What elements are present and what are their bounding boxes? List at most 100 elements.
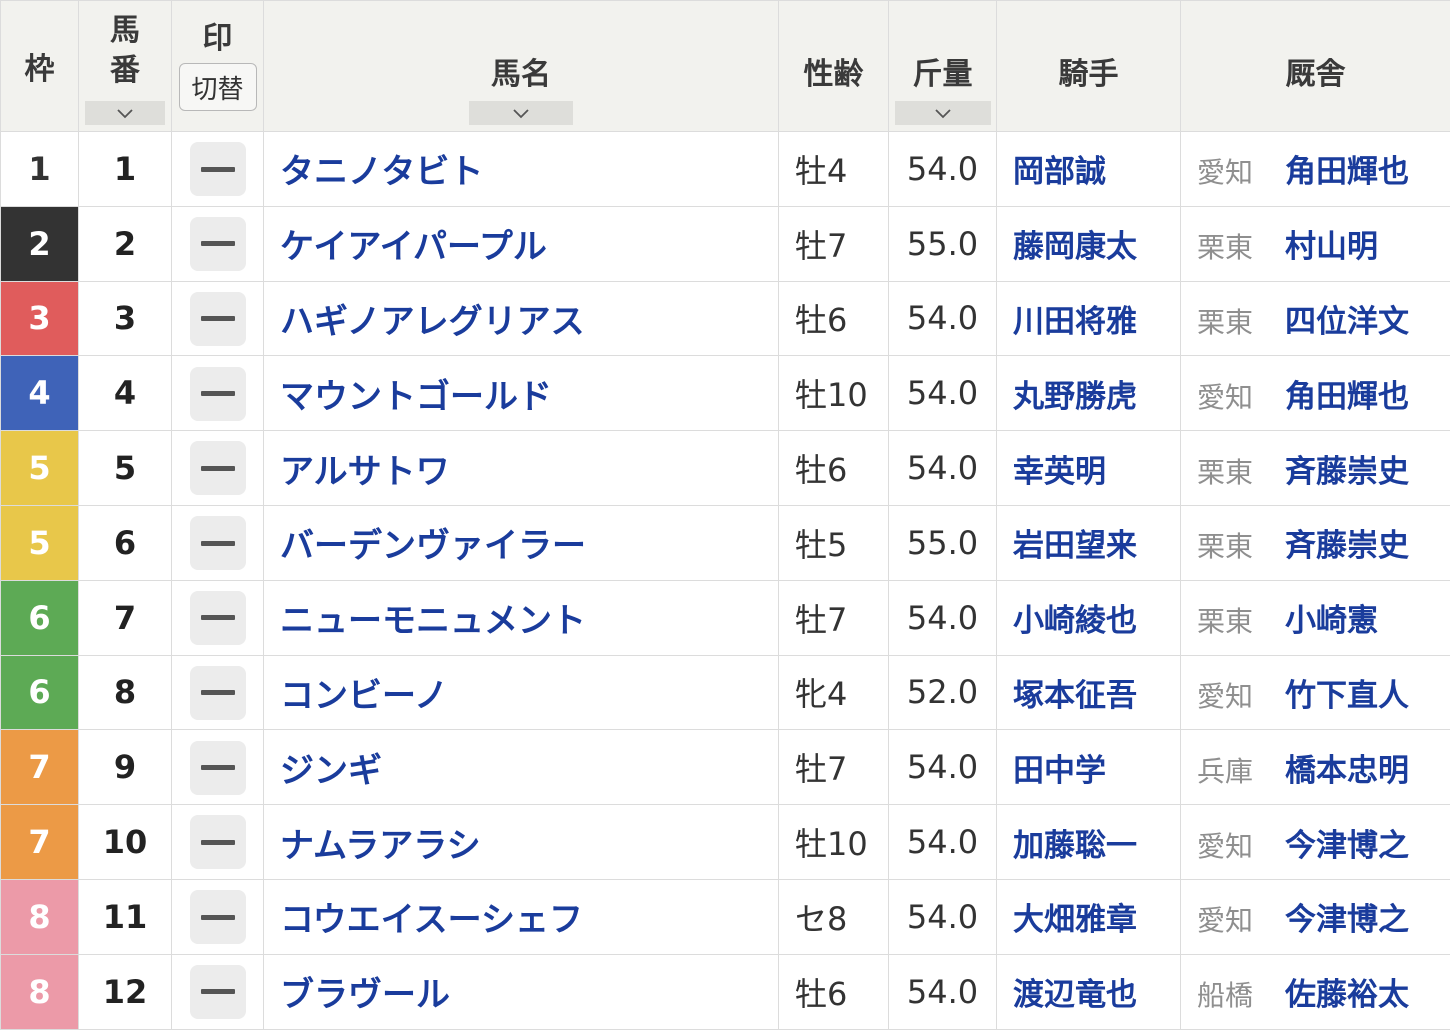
- jockey-link[interactable]: 渡辺竜也: [1013, 977, 1137, 1013]
- mark-select-button[interactable]: [189, 216, 246, 271]
- weight: 54.0: [906, 299, 979, 338]
- horse-name[interactable]: ケイアイパープル: [280, 227, 547, 267]
- horse-name-link[interactable]: ハギノアレグリアス: [263, 280, 779, 357]
- mark-select-button[interactable]: [189, 964, 246, 1019]
- horse-name[interactable]: タニノタビト: [280, 152, 483, 192]
- weight: 54.0: [906, 823, 979, 862]
- mark-select-button[interactable]: [189, 815, 246, 870]
- trainer-link[interactable]: 今津博之: [1285, 902, 1409, 938]
- trainer-link[interactable]: 斉藤崇史: [1285, 528, 1409, 564]
- mark-select-button[interactable]: [189, 366, 246, 421]
- waku-number: 8: [28, 897, 51, 936]
- umaban-number: 10: [102, 823, 148, 862]
- header-jockey: 騎手: [996, 0, 1181, 132]
- horse-name-link[interactable]: ケイアイパープル: [263, 205, 779, 282]
- jockey-cell: 藤岡康太: [996, 205, 1181, 282]
- mark-select-button[interactable]: [189, 142, 246, 197]
- weight: 54.0: [906, 748, 979, 787]
- jockey-link[interactable]: 川田将雅: [1013, 304, 1137, 340]
- umaban-cell: 9: [78, 729, 172, 806]
- trainer-link[interactable]: 角田輝也: [1285, 379, 1409, 415]
- header-horse-name[interactable]: 馬名: [263, 0, 779, 132]
- horse-name[interactable]: ハギノアレグリアス: [280, 302, 585, 342]
- umaban-number: 7: [113, 598, 137, 637]
- waku-number: 8: [28, 972, 51, 1011]
- mark-select-button[interactable]: [189, 291, 246, 346]
- mark-select-button[interactable]: [189, 441, 246, 496]
- horse-name[interactable]: コンビーノ: [280, 676, 448, 716]
- horse-name-link[interactable]: ジンギ: [263, 729, 779, 806]
- table-row: 5 5 アルサトワ 牡6 54.0 幸英明 栗東 斉藤崇史: [0, 430, 1450, 506]
- trainer-link[interactable]: 佐藤裕太: [1285, 977, 1409, 1013]
- umaban-sort-button[interactable]: [85, 101, 165, 125]
- sex-age: セ8: [795, 899, 848, 938]
- umaban-number: 9: [113, 748, 137, 787]
- horse-name[interactable]: コウエイスーシェフ: [280, 900, 583, 940]
- trainer-link[interactable]: 小崎憲: [1285, 603, 1378, 639]
- sex-age: 牝4: [795, 675, 848, 714]
- horse-name-link[interactable]: コンビーノ: [263, 654, 779, 731]
- mark-cell: [171, 205, 264, 282]
- horse-name-link[interactable]: マウントゴールド: [263, 355, 779, 432]
- sex-age: 牡7: [795, 600, 848, 639]
- trainer-link[interactable]: 今津博之: [1285, 828, 1409, 864]
- horse-name-link[interactable]: ブラヴール: [263, 953, 779, 1030]
- stable-region: 兵庫: [1197, 754, 1254, 788]
- mark-select-button[interactable]: [189, 890, 246, 945]
- trainer-link[interactable]: 四位洋文: [1285, 304, 1409, 340]
- jockey-link[interactable]: 田中学: [1013, 753, 1106, 789]
- horse-name[interactable]: ジンギ: [280, 751, 382, 791]
- horse-name[interactable]: マウントゴールド: [280, 377, 552, 417]
- mark-toggle-button[interactable]: 切替: [178, 63, 257, 111]
- horse-name[interactable]: アルサトワ: [280, 452, 450, 492]
- weight: 55.0: [906, 224, 979, 263]
- horse-name-link[interactable]: ニューモニュメント: [263, 579, 779, 656]
- horse-name-link[interactable]: バーデンヴァイラー: [263, 504, 779, 581]
- jockey-link[interactable]: 小崎綾也: [1013, 603, 1137, 639]
- horse-name-link[interactable]: ナムラアラシ: [263, 804, 779, 880]
- trainer-link[interactable]: 角田輝也: [1285, 154, 1409, 190]
- jockey-link[interactable]: 大畑雅章: [1013, 902, 1137, 938]
- horse-name-sort-button[interactable]: [469, 101, 573, 125]
- weight-cell: 54.0: [888, 878, 997, 955]
- jockey-link[interactable]: 加藤聡一: [1013, 828, 1137, 864]
- umaban-cell: 6: [78, 504, 172, 581]
- mark-select-button[interactable]: [189, 516, 246, 571]
- horse-name[interactable]: ニューモニュメント: [280, 601, 586, 641]
- stable-cell: 愛知 今津博之: [1180, 878, 1450, 955]
- jockey-link[interactable]: 岩田望来: [1013, 528, 1137, 564]
- umaban-number: 6: [113, 523, 137, 562]
- horse-name-link[interactable]: コウエイスーシェフ: [263, 878, 779, 955]
- horse-name[interactable]: ナムラアラシ: [280, 826, 481, 866]
- sex-age: 牡4: [795, 151, 848, 190]
- stable-cell: 栗東 村山明: [1180, 205, 1450, 282]
- weight-cell: 54.0: [888, 131, 997, 207]
- jockey-link[interactable]: 岡部誠: [1013, 154, 1106, 190]
- waku-cell: 5: [0, 504, 79, 581]
- trainer-link[interactable]: 竹下直人: [1285, 678, 1409, 714]
- horse-name[interactable]: バーデンヴァイラー: [280, 526, 586, 566]
- horse-name-link[interactable]: アルサトワ: [263, 430, 779, 506]
- jockey-cell: 加藤聡一: [996, 804, 1181, 880]
- dash-icon: [200, 839, 235, 845]
- jockey-link[interactable]: 塚本征吾: [1013, 678, 1137, 714]
- waku-cell: 8: [0, 953, 79, 1030]
- weight-sort-button[interactable]: [894, 101, 991, 125]
- stable-cell: 愛知 竹下直人: [1180, 654, 1450, 731]
- trainer-link[interactable]: 斉藤崇史: [1285, 454, 1409, 490]
- dash-icon: [200, 765, 235, 771]
- waku-number: 7: [28, 748, 51, 787]
- mark-select-button[interactable]: [189, 665, 246, 720]
- jockey-link[interactable]: 幸英明: [1013, 454, 1106, 490]
- header-weight[interactable]: 斤量: [888, 0, 997, 132]
- horse-name-link[interactable]: タニノタビト: [263, 131, 779, 207]
- umaban-cell: 2: [78, 205, 172, 282]
- trainer-link[interactable]: 村山明: [1285, 229, 1378, 265]
- jockey-link[interactable]: 丸野勝虎: [1013, 379, 1137, 415]
- horse-name[interactable]: ブラヴール: [280, 975, 450, 1015]
- header-umaban[interactable]: 馬 番: [78, 0, 172, 132]
- mark-select-button[interactable]: [189, 590, 246, 645]
- jockey-link[interactable]: 藤岡康太: [1013, 229, 1137, 265]
- mark-select-button[interactable]: [189, 740, 246, 795]
- trainer-link[interactable]: 橋本忠明: [1285, 753, 1409, 789]
